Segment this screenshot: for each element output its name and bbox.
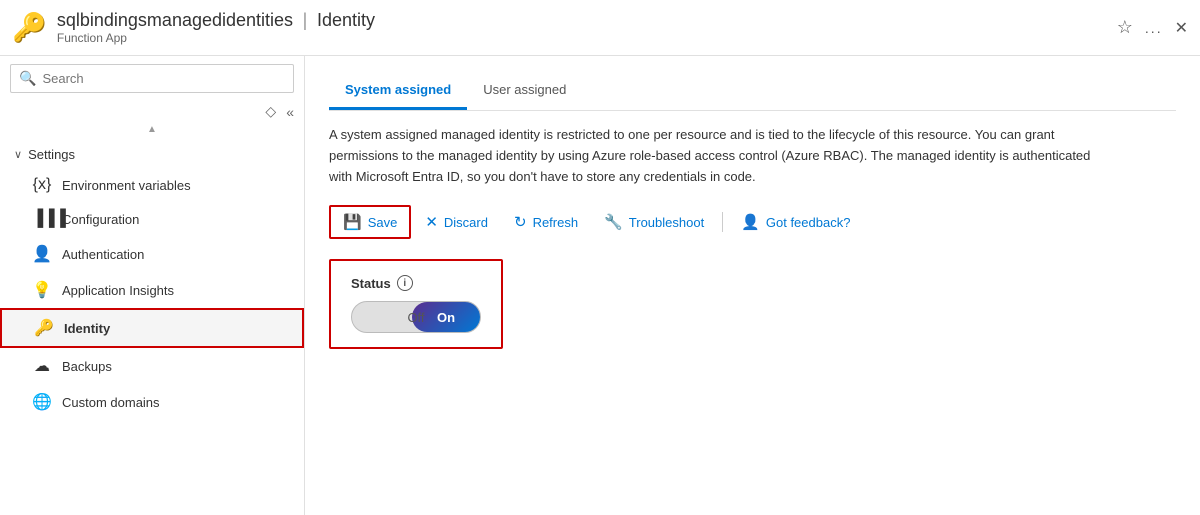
status-toggle[interactable]: Off On <box>351 301 481 333</box>
app-insights-icon: 💡 <box>32 280 52 300</box>
search-icon: 🔍 <box>19 70 36 87</box>
page-title: Identity <box>317 10 375 30</box>
title-actions: ☆ ... ✕ <box>1117 17 1188 38</box>
sidebar-item-label: Custom domains <box>62 395 160 410</box>
tab-system-assigned[interactable]: System assigned <box>329 72 467 110</box>
sidebar-item-label: Environment variables <box>62 178 191 193</box>
sidebar-item-app-insights[interactable]: 💡 Application Insights <box>0 272 304 308</box>
env-vars-icon: {x} <box>32 176 52 194</box>
identity-icon: 🔑 <box>34 318 54 338</box>
sidebar-controls: ◇ « <box>0 101 304 122</box>
sidebar: 🔍 ◇ « ▲ ∨ Settings {x} Environment varia… <box>0 56 305 515</box>
more-options-icon[interactable]: ... <box>1145 20 1163 36</box>
authentication-icon: 👤 <box>32 244 52 264</box>
sidebar-item-label: Application Insights <box>62 283 174 298</box>
feedback-button[interactable]: 👤 Got feedback? <box>729 207 862 237</box>
refresh-icon: ↻ <box>514 213 527 231</box>
sidebar-item-custom-domains[interactable]: 🌐 Custom domains <box>0 384 304 420</box>
settings-section: ∨ Settings {x} Environment variables ▐▐▐… <box>0 137 304 424</box>
refresh-label: Refresh <box>533 215 579 230</box>
settings-label: Settings <box>28 147 75 162</box>
search-input[interactable] <box>42 71 285 86</box>
sidebar-item-authentication[interactable]: 👤 Authentication <box>0 236 304 272</box>
refresh-button[interactable]: ↻ Refresh <box>502 207 590 237</box>
content-inner: System assigned User assigned A system a… <box>305 56 1200 365</box>
sidebar-item-label: Backups <box>62 359 112 374</box>
app-icon: 🔑 <box>12 11 47 44</box>
discard-button[interactable]: ✕ Discard <box>413 207 500 237</box>
toolbar-divider <box>722 212 723 232</box>
configuration-icon: ▐▐▐ <box>32 210 52 228</box>
save-label: Save <box>368 215 398 230</box>
app-name: sqlbindingsmanagedidentities <box>57 10 293 30</box>
diamond-button[interactable]: ◇ <box>265 103 276 120</box>
settings-section-header[interactable]: ∨ Settings <box>0 141 304 168</box>
sidebar-item-backups[interactable]: ☁ Backups <box>0 348 304 384</box>
sidebar-item-label: Identity <box>64 321 110 336</box>
close-icon[interactable]: ✕ <box>1175 18 1188 38</box>
save-icon: 💾 <box>343 213 362 231</box>
content-area: System assigned User assigned A system a… <box>305 56 1200 515</box>
sidebar-item-configuration[interactable]: ▐▐▐ Configuration <box>0 202 304 236</box>
save-button[interactable]: 💾 Save <box>329 205 411 239</box>
sidebar-item-identity[interactable]: 🔑 Identity <box>0 308 304 348</box>
sidebar-item-env-vars[interactable]: {x} Environment variables <box>0 168 304 202</box>
tab-user-assigned[interactable]: User assigned <box>467 72 582 110</box>
tabs-bar: System assigned User assigned <box>329 72 1176 111</box>
description-text: A system assigned managed identity is re… <box>329 125 1109 187</box>
title-bar: 🔑 sqlbindingsmanagedidentities | Identit… <box>0 0 1200 56</box>
status-label-row: Status i <box>351 275 481 291</box>
main-layout: 🔍 ◇ « ▲ ∨ Settings {x} Environment varia… <box>0 56 1200 515</box>
sidebar-item-label: Configuration <box>62 212 139 227</box>
status-text: Status <box>351 276 391 291</box>
title-separator: | <box>303 10 308 30</box>
sidebar-item-label: Authentication <box>62 247 144 262</box>
toggle-off-label: Off <box>352 310 480 325</box>
toolbar: 💾 Save ✕ Discard ↻ Refresh 🔧 Troubleshoo… <box>329 205 1176 239</box>
troubleshoot-icon: 🔧 <box>604 213 623 231</box>
subtitle: Function App <box>57 31 1107 45</box>
scroll-up-indicator: ▲ <box>0 122 304 137</box>
troubleshoot-button[interactable]: 🔧 Troubleshoot <box>592 207 716 237</box>
custom-domains-icon: 🌐 <box>32 392 52 412</box>
feedback-label: Got feedback? <box>766 215 851 230</box>
favorite-icon[interactable]: ☆ <box>1117 17 1133 38</box>
search-box[interactable]: 🔍 <box>10 64 294 93</box>
backups-icon: ☁ <box>32 356 52 376</box>
collapse-sidebar-button[interactable]: « <box>286 104 294 120</box>
discard-label: Discard <box>444 215 488 230</box>
settings-chevron-icon: ∨ <box>14 148 22 161</box>
title-text-group: sqlbindingsmanagedidentities | Identity … <box>57 10 1107 45</box>
feedback-icon: 👤 <box>741 213 760 231</box>
title-main: sqlbindingsmanagedidentities | Identity <box>57 10 1107 31</box>
status-info-icon[interactable]: i <box>397 275 413 291</box>
discard-icon: ✕ <box>425 213 438 231</box>
troubleshoot-label: Troubleshoot <box>629 215 704 230</box>
status-section: Status i Off On <box>329 259 503 349</box>
